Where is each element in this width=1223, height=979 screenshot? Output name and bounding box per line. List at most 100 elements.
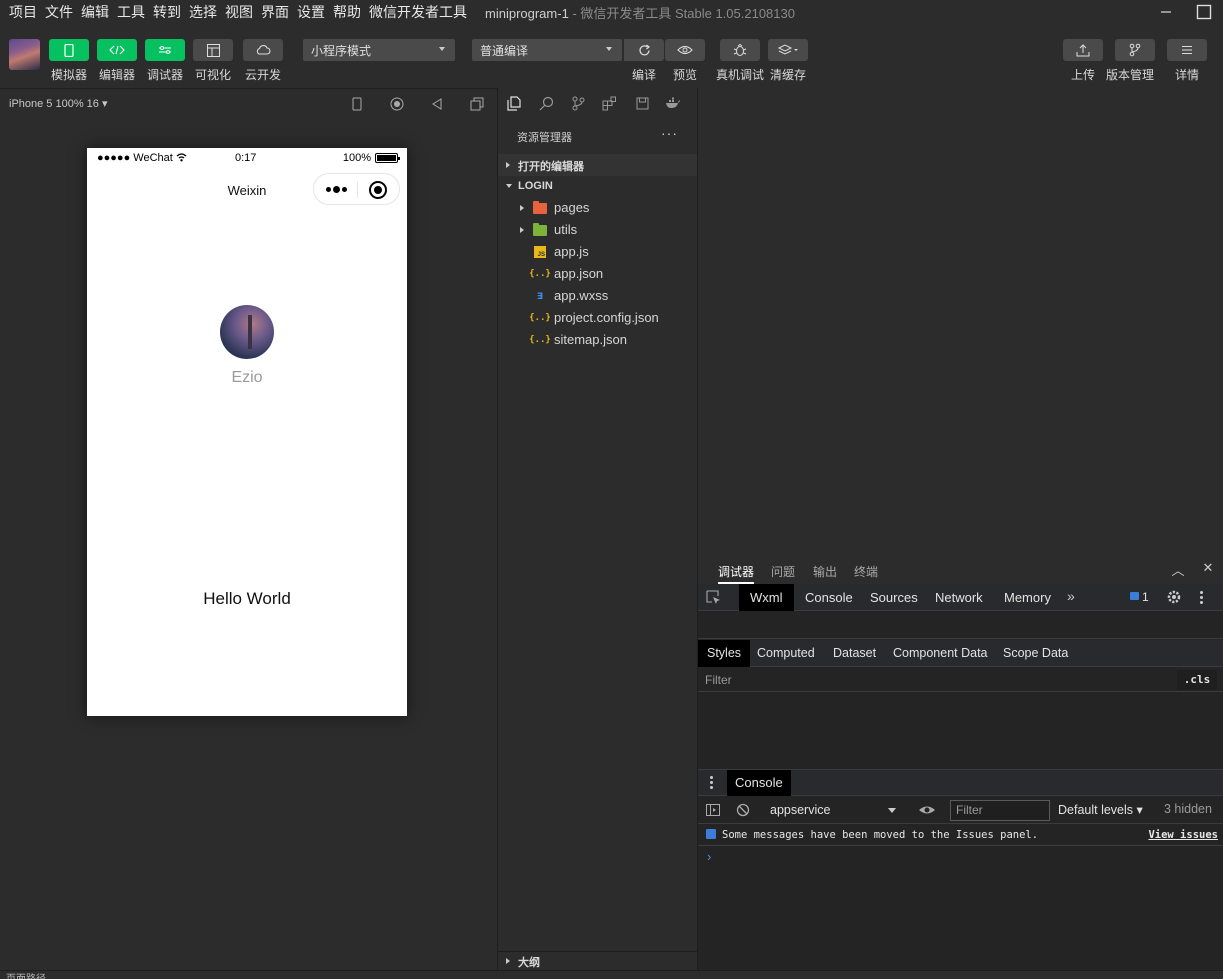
tree-item-pages[interactable]: pages bbox=[498, 197, 697, 219]
tree-item-app-json[interactable]: {..} app.json bbox=[498, 263, 697, 285]
tree-item-app-wxss[interactable]: ∃ app.wxss bbox=[498, 285, 697, 307]
tree-item-sitemap[interactable]: {..} sitemap.json bbox=[498, 329, 697, 351]
tab-scope-data[interactable]: Scope Data bbox=[994, 640, 1077, 667]
layout-icon[interactable] bbox=[193, 39, 233, 61]
kebab-menu-icon[interactable] bbox=[1200, 591, 1203, 604]
project-avatar[interactable] bbox=[9, 39, 40, 70]
tree-item-utils[interactable]: utils bbox=[498, 219, 697, 241]
tree-item-project-config[interactable]: {..} project.config.json bbox=[498, 307, 697, 329]
docker-icon[interactable] bbox=[665, 95, 681, 111]
cloud-button[interactable]: 云开发 bbox=[243, 39, 283, 83]
tab-output[interactable]: 输出 bbox=[813, 563, 837, 580]
avatar[interactable] bbox=[220, 305, 274, 359]
editor-toggle[interactable]: 编辑器 bbox=[97, 39, 137, 83]
debugger-toggle[interactable]: 调试器 bbox=[145, 39, 185, 83]
close-miniprogram-icon[interactable] bbox=[369, 181, 387, 199]
menu-select[interactable]: 选择 bbox=[189, 2, 217, 22]
phone-frame-icon[interactable] bbox=[349, 96, 365, 112]
tab-styles[interactable]: Styles bbox=[698, 640, 751, 667]
volume-icon[interactable] bbox=[429, 96, 445, 112]
menu-goto[interactable]: 转到 bbox=[153, 2, 181, 22]
preview-button[interactable]: 预览 bbox=[665, 39, 705, 83]
tab-console[interactable]: Console bbox=[794, 584, 864, 611]
editor-area[interactable] bbox=[698, 88, 1223, 554]
console-filter-input[interactable]: Filter bbox=[950, 800, 1050, 821]
menu-project[interactable]: 项目 bbox=[9, 2, 37, 22]
cls-toggle[interactable]: .cls bbox=[1177, 670, 1217, 690]
menu-tools[interactable]: 工具 bbox=[117, 2, 145, 22]
tab-component-data[interactable]: Component Data bbox=[884, 640, 997, 667]
chevron-up-icon[interactable]: ︿ bbox=[1163, 560, 1193, 579]
files-icon[interactable] bbox=[506, 95, 522, 111]
menu-edit[interactable]: 编辑 bbox=[81, 2, 109, 22]
search-icon[interactable] bbox=[538, 95, 554, 111]
phone-icon[interactable] bbox=[49, 39, 89, 61]
tab-network[interactable]: Network bbox=[924, 584, 994, 611]
menu-view[interactable]: 视图 bbox=[225, 2, 253, 22]
outline-section[interactable]: 大纲 bbox=[498, 951, 697, 970]
upload-button[interactable]: 上传 bbox=[1063, 39, 1103, 83]
cloud-icon[interactable] bbox=[243, 39, 283, 61]
close-icon[interactable]: ✕ bbox=[1193, 560, 1223, 579]
styles-filter[interactable]: Filter .cls bbox=[698, 668, 1223, 692]
refresh-icon[interactable] bbox=[624, 39, 664, 61]
detach-window-icon[interactable] bbox=[469, 96, 485, 112]
menu-file[interactable]: 文件 bbox=[45, 2, 73, 22]
menu-interface[interactable]: 界面 bbox=[261, 2, 289, 22]
details-button[interactable]: 详情 bbox=[1167, 39, 1207, 83]
menu-devtools[interactable]: 微信开发者工具 bbox=[369, 2, 467, 22]
bug-icon[interactable] bbox=[720, 39, 760, 61]
tab-wxml[interactable]: Wxml bbox=[739, 584, 794, 611]
tab-computed[interactable]: Computed bbox=[748, 640, 824, 667]
mode-select[interactable]: 小程序模式 bbox=[303, 39, 455, 61]
clear-console-icon[interactable] bbox=[736, 803, 750, 817]
version-button[interactable]: 版本管理 bbox=[1106, 39, 1155, 83]
extensions-icon[interactable] bbox=[601, 95, 617, 111]
code-icon[interactable] bbox=[97, 39, 137, 61]
upload-icon[interactable] bbox=[1063, 39, 1103, 61]
tab-problems[interactable]: 问题 bbox=[771, 563, 795, 580]
eye-icon[interactable] bbox=[665, 39, 705, 61]
page-path-label[interactable]: 页面路径 bbox=[6, 971, 46, 979]
tab-sources[interactable]: Sources bbox=[859, 584, 929, 611]
menu-help[interactable]: 帮助 bbox=[333, 2, 361, 22]
save-icon[interactable] bbox=[634, 95, 650, 111]
compile-button[interactable]: 编译 bbox=[624, 39, 664, 83]
drawer-tab-console[interactable]: Console bbox=[727, 770, 791, 796]
clear-cache-button[interactable]: 清缓存 bbox=[768, 39, 808, 83]
tab-dataset[interactable]: Dataset bbox=[824, 640, 885, 667]
drawer-menu-icon[interactable] bbox=[710, 776, 713, 789]
minimize-icon[interactable] bbox=[1147, 0, 1185, 24]
more-dots-icon[interactable] bbox=[324, 182, 348, 196]
view-issues-link[interactable]: View issues bbox=[1148, 829, 1218, 841]
sliders-icon[interactable] bbox=[145, 39, 185, 61]
inspect-element-icon[interactable] bbox=[706, 590, 722, 608]
gear-icon[interactable] bbox=[1166, 589, 1182, 608]
issues-icon[interactable] bbox=[1130, 592, 1139, 600]
more-actions-icon[interactable]: ··· bbox=[661, 125, 678, 141]
layers-icon[interactable] bbox=[768, 39, 808, 61]
remote-debug-button[interactable]: 真机调试 bbox=[716, 39, 764, 83]
phone-screen[interactable]: ●●●●● WeChat 0:17 100% Weixin Ezio Hello… bbox=[87, 148, 407, 716]
branch-icon[interactable] bbox=[1115, 39, 1155, 61]
more-tabs-icon[interactable]: » bbox=[1067, 588, 1075, 604]
wxml-tree[interactable] bbox=[698, 611, 1223, 639]
device-select[interactable]: iPhone 5 100% 16 ▾ bbox=[9, 97, 107, 110]
simulator-toggle[interactable]: 模拟器 bbox=[49, 39, 89, 83]
tab-debugger[interactable]: 调试器 bbox=[718, 563, 755, 584]
tree-item-app-js[interactable]: JS app.js bbox=[498, 241, 697, 263]
record-icon[interactable] bbox=[389, 96, 405, 112]
source-control-icon[interactable] bbox=[570, 95, 586, 111]
console-prompt[interactable]: › bbox=[707, 849, 711, 864]
maximize-icon[interactable] bbox=[1185, 0, 1223, 24]
eye-icon[interactable] bbox=[918, 803, 936, 817]
open-editors-section[interactable]: 打开的编辑器 bbox=[498, 154, 697, 176]
menu-icon[interactable] bbox=[1167, 39, 1207, 61]
log-levels-select[interactable]: Default levels ▾ bbox=[1058, 802, 1143, 817]
project-section[interactable]: LOGIN bbox=[498, 176, 697, 198]
compile-mode-select[interactable]: 普通编译 bbox=[472, 39, 622, 61]
tab-memory[interactable]: Memory bbox=[993, 584, 1062, 611]
visualize-toggle[interactable]: 可视化 bbox=[193, 39, 233, 83]
styles-filter-input[interactable]: Filter bbox=[705, 673, 732, 687]
context-select[interactable]: appservice bbox=[762, 800, 904, 820]
